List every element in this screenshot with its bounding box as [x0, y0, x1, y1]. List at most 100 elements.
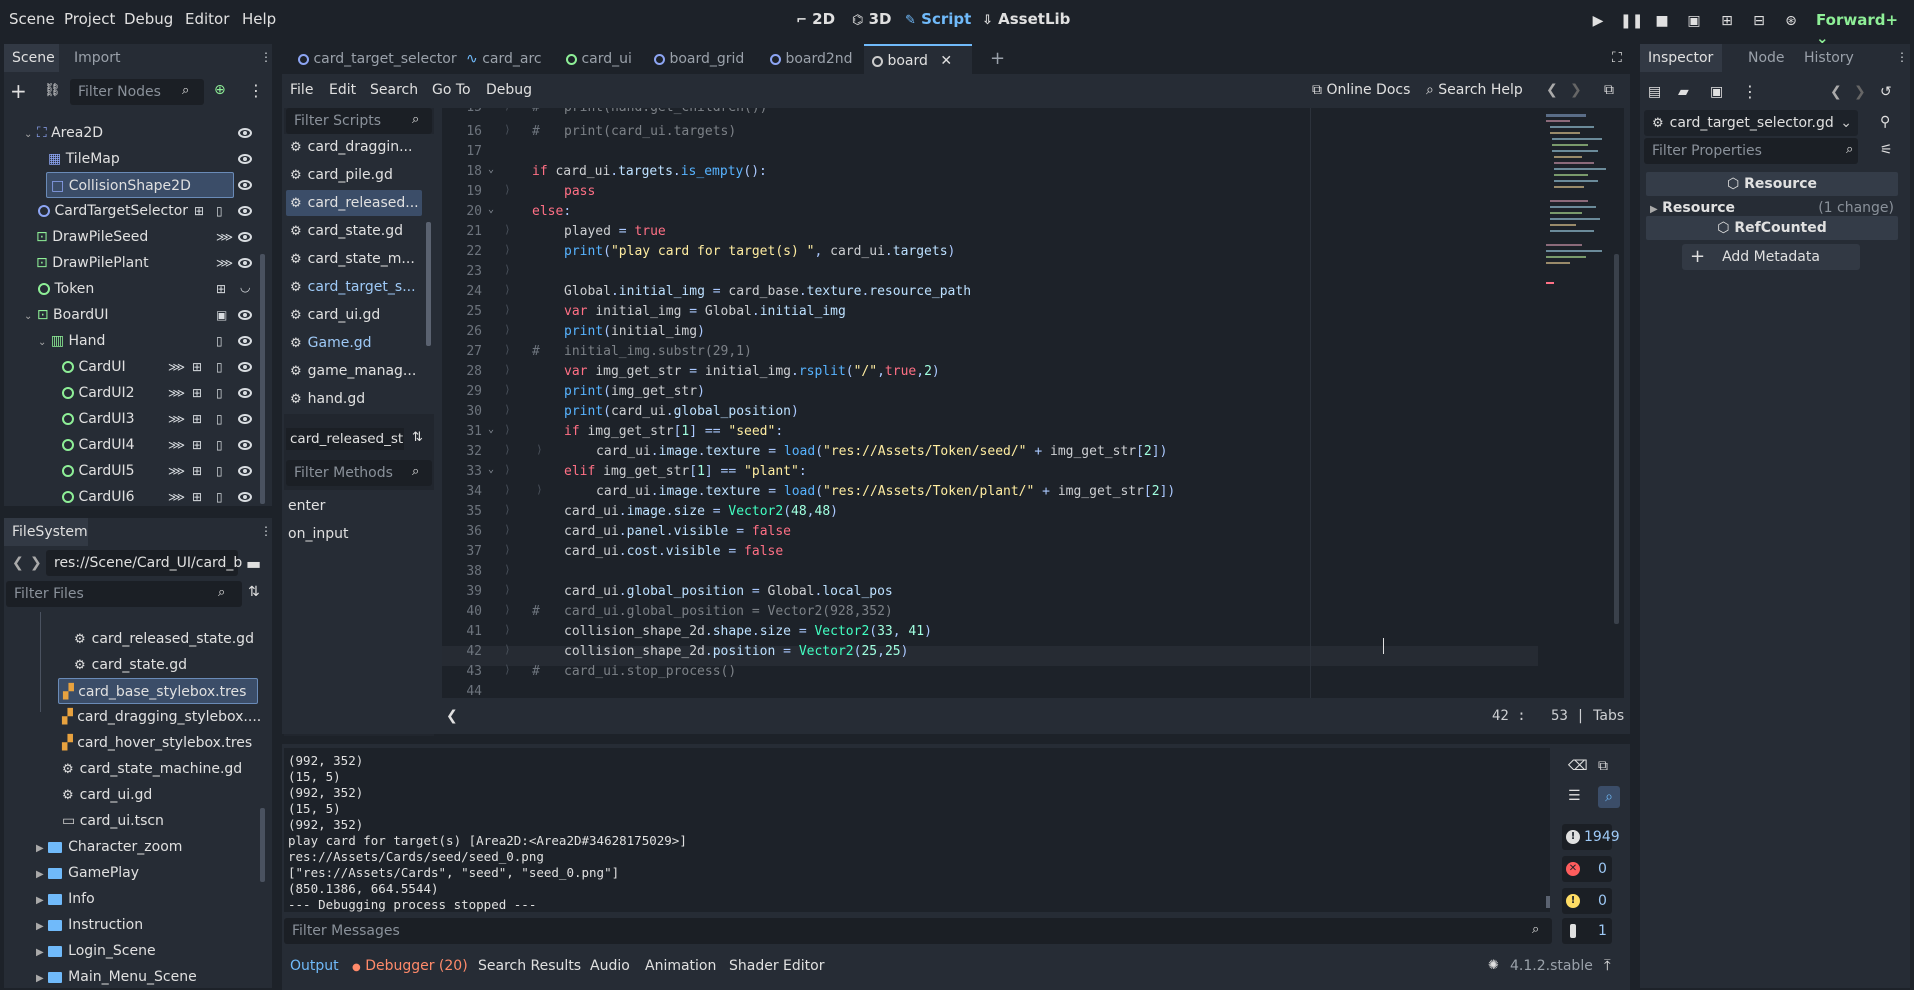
close-icon[interactable]: ✕ — [940, 53, 952, 69]
workspace-assetlib-button[interactable]: ⇩ AssetLib — [982, 10, 1070, 28]
forward-icon[interactable]: ❯ — [1570, 82, 1582, 98]
folder-item[interactable]: ▶ GamePlay — [36, 860, 139, 886]
instance-icon[interactable]: ⊞ — [192, 464, 202, 478]
visibility-icon[interactable] — [238, 154, 252, 164]
tab-history[interactable]: History — [1796, 44, 1854, 72]
scene-node-cardui4[interactable]: CardUI4 — [62, 432, 135, 458]
scene-tree-scrollbar[interactable] — [260, 254, 265, 504]
output-scrollbar[interactable] — [1546, 896, 1550, 908]
menu-editor[interactable]: Editor — [185, 10, 229, 28]
tab-card-target-selector[interactable]: card_target_selector — [290, 44, 457, 74]
file-item[interactable]: ▞ card_hover_stylebox.tres — [62, 730, 252, 756]
instance-icon[interactable]: ⊞ — [194, 204, 204, 218]
visibility-icon[interactable] — [238, 388, 252, 398]
bottom-tab-output[interactable]: Output — [290, 958, 339, 974]
script-menu-edit[interactable]: Edit — [329, 82, 356, 98]
bottom-tab-animation[interactable]: Animation — [645, 958, 716, 974]
script-attached-icon[interactable]: ▯ — [216, 360, 223, 374]
tab-board-grid[interactable]: board_grid — [646, 44, 744, 74]
scene-node-cardui2[interactable]: CardUI2 — [62, 380, 135, 406]
instance-icon[interactable]: ⊞ — [192, 360, 202, 374]
forward-icon[interactable]: ❯ — [1854, 84, 1866, 100]
visibility-icon[interactable] — [238, 440, 252, 450]
new-resource-icon[interactable]: ▤ — [1648, 84, 1661, 100]
visibility-icon[interactable] — [238, 128, 252, 138]
toggle-scripts-panel-icon[interactable]: ⧉ — [1604, 82, 1614, 98]
visibility-icon[interactable] — [238, 466, 252, 476]
link-icon[interactable]: ⛓ — [44, 83, 61, 98]
online-docs-button[interactable]: ⧉ Online Docs — [1312, 82, 1410, 98]
script-attached-icon[interactable]: ▯ — [216, 334, 223, 348]
scene-node-cardui6[interactable]: CardUI6 — [62, 484, 135, 504]
file-item[interactable]: ⚙ card_state.gd — [70, 652, 187, 678]
scene-node-area2d[interactable]: ⌄ ⛶ Area2D — [24, 120, 103, 146]
script-item[interactable]: ⚙ card_pile.gd — [286, 162, 422, 188]
stop-icon[interactable]: ■ — [1653, 13, 1671, 31]
folder-item[interactable]: ▶ Info — [36, 886, 95, 912]
refcounted-category-header[interactable]: ⬡ RefCounted — [1646, 216, 1898, 240]
method-item[interactable]: on_input — [288, 522, 348, 546]
script-item[interactable]: ⚙ card_ui.gd — [286, 302, 422, 328]
search-help-button[interactable]: ⌕ Search Help — [1426, 82, 1523, 98]
script-item[interactable]: ⚙ Game.gd — [286, 330, 422, 356]
file-item[interactable]: ⚙ card_state_machine.gd — [58, 756, 242, 782]
tab-card-ui[interactable]: card_ui — [558, 44, 632, 74]
filter-messages-input[interactable]: Filter Messages — [284, 918, 1552, 944]
expand-bottom-panel-icon[interactable]: ⤒ — [1604, 956, 1611, 974]
file-item[interactable]: ⚙ card_released_state.gd — [70, 626, 254, 652]
info-count-toggle[interactable]: 1 — [1562, 918, 1612, 944]
scene-node-drawpileseed[interactable]: ⊡ DrawPileSeed — [36, 224, 148, 250]
tab-node[interactable]: Node — [1740, 44, 1785, 72]
instance-icon[interactable]: ⊞ — [192, 412, 202, 426]
movie-maker-icon[interactable]: ⊛ — [1782, 13, 1800, 31]
script-item[interactable]: ⚙ hand.gd — [286, 386, 422, 412]
instance-icon[interactable]: ⊞ — [192, 438, 202, 452]
instance-icon[interactable]: ⊞ — [192, 490, 202, 504]
script-attached-icon[interactable]: ▯ — [216, 438, 223, 452]
workspace-3d-button[interactable]: ⌬ 3D — [852, 10, 891, 28]
filter-search-toggle-icon[interactable]: ⌕ — [1598, 786, 1620, 808]
tab-board2nd[interactable]: board2nd — [762, 44, 853, 74]
menu-project[interactable]: Project — [64, 10, 115, 28]
visibility-icon[interactable] — [238, 414, 252, 424]
filesystem-menu-icon[interactable]: ⋮ — [260, 524, 272, 538]
resource-category-header[interactable]: ⬡ Resource — [1646, 172, 1898, 196]
sort-icon[interactable]: ⇅ — [412, 430, 423, 445]
script-item-selected[interactable]: ⚙ card_released... — [286, 190, 422, 216]
scene-options-icon[interactable]: ⋮ — [248, 81, 264, 100]
open-folder-icon[interactable]: ▰ — [1678, 84, 1689, 100]
instance-icon[interactable]: ⊞ — [192, 386, 202, 400]
filter-scripts-input[interactable]: Filter Scripts — [286, 108, 432, 134]
forward-icon[interactable]: ❯ — [30, 555, 42, 571]
script-item[interactable]: ⚙ card_target_s... — [286, 274, 422, 300]
script-item[interactable]: ⚙ game_manag... — [286, 358, 422, 384]
resource-menu-icon[interactable]: ⋮ — [1742, 82, 1758, 101]
script-item[interactable]: ⚙ card_state_m... — [286, 246, 422, 272]
toggle-scripts-icon[interactable]: ❮ — [446, 708, 458, 724]
update-spinner-icon[interactable]: ✺ — [1488, 958, 1499, 973]
pause-icon[interactable]: ❚❚ — [1620, 13, 1643, 31]
fullscreen-icon[interactable]: ⛶ — [1612, 50, 1622, 66]
file-tree-scrollbar[interactable] — [260, 808, 265, 882]
remote-debug-icon[interactable]: ▣ — [1685, 13, 1703, 31]
clear-output-icon[interactable]: ⌫ — [1568, 758, 1588, 774]
script-attached-icon[interactable]: ▯ — [216, 464, 223, 478]
scene-node-tilemap[interactable]: ▦ TileMap — [48, 146, 120, 172]
visibility-icon[interactable] — [238, 180, 252, 190]
bottom-tab-debugger[interactable]: ● Debugger (20) — [352, 958, 468, 974]
play-scene-icon[interactable]: ⊞ — [1718, 13, 1736, 31]
code-editor[interactable]: 15#print(hand.get_children())⟩16#print(c… — [442, 108, 1624, 698]
add-node-icon[interactable]: + — [10, 81, 27, 101]
bottom-tab-search-results[interactable]: Search Results — [478, 958, 581, 974]
play-custom-scene-icon[interactable]: ⊟ — [1750, 13, 1768, 31]
message-count-toggle[interactable]: ! 1949 — [1562, 824, 1620, 850]
signal-icon[interactable]: ⋙ — [216, 230, 233, 244]
script-attached-icon[interactable]: ▯ — [216, 204, 223, 218]
script-menu-goto[interactable]: Go To — [432, 82, 471, 98]
visibility-icon[interactable] — [238, 258, 252, 268]
scripts-scrollbar[interactable] — [426, 222, 431, 346]
group-icon[interactable]: ▣ — [216, 308, 227, 322]
signal-icon[interactable]: ⋙ — [168, 490, 185, 504]
file-item-selected[interactable]: ▞ card_base_stylebox.tres — [58, 678, 258, 704]
copy-output-icon[interactable]: ⧉ — [1598, 758, 1608, 774]
